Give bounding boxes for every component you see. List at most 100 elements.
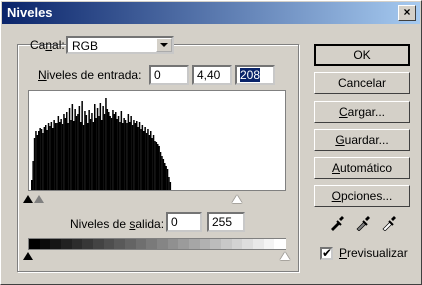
- histogram-bar: [120, 111, 123, 190]
- histogram-bar: [145, 133, 148, 190]
- histogram-bar: [109, 116, 111, 190]
- histogram-bar: [159, 152, 162, 190]
- histogram-bar: [33, 138, 36, 190]
- histogram-bar: [91, 113, 93, 190]
- histogram-bar: [64, 118, 67, 190]
- histogram-bar: [161, 156, 163, 190]
- histogram-bar: [36, 135, 39, 190]
- histogram-bar: [53, 120, 55, 190]
- channel-select[interactable]: RGB: [66, 36, 174, 54]
- histogram-bar: [119, 122, 121, 190]
- load-button[interactable]: Cargar...: [314, 101, 410, 123]
- histogram-bar: [38, 131, 40, 190]
- input-gamma-slider[interactable]: [34, 195, 44, 203]
- histogram-bar: [40, 129, 43, 190]
- histogram: [28, 90, 286, 191]
- histogram-bar: [84, 111, 86, 190]
- preview-checkbox[interactable]: ✔: [320, 247, 333, 260]
- histogram-bar: [123, 118, 125, 190]
- histogram-bar: [85, 115, 88, 190]
- histogram-bar: [73, 121, 75, 190]
- histogram-bar: [141, 125, 144, 190]
- histogram-bar: [47, 123, 50, 190]
- preview-label[interactable]: Previsualizar: [339, 246, 408, 260]
- histogram-bar: [96, 108, 99, 190]
- histogram-bar: [131, 125, 134, 190]
- histogram-bar: [126, 123, 128, 190]
- histogram-bar: [134, 123, 137, 190]
- histogram-bar: [59, 122, 61, 190]
- histogram-bar: [152, 135, 155, 190]
- cancel-button[interactable]: Cancelar: [314, 72, 410, 94]
- chevron-down-icon[interactable]: [156, 38, 172, 52]
- histogram-bar: [144, 127, 146, 190]
- gradient-step: [274, 239, 286, 249]
- histogram-bar: [113, 114, 116, 190]
- output-white-field[interactable]: 255: [207, 212, 245, 232]
- histogram-bar: [101, 120, 103, 190]
- histogram-bar: [49, 126, 51, 190]
- histogram-bar: [136, 121, 138, 190]
- histogram-bar: [143, 131, 145, 190]
- histogram-bar: [45, 125, 47, 190]
- histogram-bar: [71, 104, 74, 190]
- white-eyedropper-icon[interactable]: [381, 215, 397, 231]
- title-bar: Niveles ×: [2, 2, 420, 24]
- histogram-bar: [130, 116, 132, 190]
- histogram-bar: [137, 127, 139, 190]
- histogram-bar: [165, 166, 167, 190]
- histogram-bar: [50, 122, 53, 190]
- histogram-bar: [78, 106, 81, 190]
- options-button[interactable]: Opciones...: [314, 185, 410, 207]
- histogram-bar: [60, 119, 62, 190]
- histogram-bar: [115, 112, 117, 190]
- histogram-bar: [67, 123, 69, 190]
- close-button[interactable]: ×: [398, 5, 416, 21]
- histogram-bar: [140, 129, 142, 190]
- histogram-bar: [81, 101, 83, 190]
- output-levels-label: Niveles de salida:: [70, 217, 165, 231]
- window-title: Niveles: [7, 5, 53, 20]
- histogram-bar: [80, 122, 82, 190]
- ok-button[interactable]: OK: [314, 44, 410, 66]
- histogram-bar: [103, 114, 106, 190]
- auto-button[interactable]: Automático: [314, 157, 410, 179]
- input-black-field[interactable]: 0: [149, 65, 189, 85]
- histogram-bar: [127, 114, 130, 190]
- histogram-bar: [77, 114, 79, 190]
- histogram-bar: [66, 112, 68, 190]
- histogram-bar: [154, 141, 156, 190]
- output-black-slider[interactable]: [23, 252, 33, 260]
- histogram-bar: [87, 123, 89, 190]
- histogram-bar: [166, 169, 169, 190]
- input-gamma-field[interactable]: 4,40: [192, 65, 232, 85]
- input-white-field[interactable]: 208: [235, 65, 275, 85]
- histogram-bar: [169, 182, 172, 190]
- histogram-bar: [89, 119, 92, 190]
- histogram-bar: [68, 108, 71, 190]
- histogram-bar: [56, 123, 58, 190]
- gray-eyedropper-icon[interactable]: [355, 215, 371, 231]
- input-white-slider[interactable]: [232, 195, 242, 203]
- histogram-bar: [157, 144, 159, 190]
- histogram-bar: [46, 130, 48, 190]
- output-white-slider[interactable]: [280, 252, 290, 260]
- black-eyedropper-icon[interactable]: [329, 215, 345, 231]
- histogram-bar: [31, 180, 33, 190]
- output-black-field[interactable]: 0: [166, 212, 202, 232]
- histogram-bar: [116, 119, 118, 190]
- input-levels-label: Niveles de entrada:: [38, 68, 142, 82]
- histogram-bar: [124, 120, 127, 190]
- histogram-bar: [94, 104, 96, 190]
- save-button[interactable]: Guardar...: [314, 129, 410, 151]
- histogram-bar: [88, 110, 90, 190]
- histogram-bar: [32, 161, 34, 190]
- histogram-bar: [133, 120, 135, 190]
- histogram-bar: [164, 163, 166, 190]
- input-black-slider[interactable]: [23, 195, 33, 203]
- histogram-bar: [138, 122, 141, 190]
- histogram-bar: [82, 125, 85, 190]
- histogram-bar: [98, 116, 100, 190]
- histogram-bar: [74, 109, 76, 190]
- histogram-plot: [31, 98, 172, 190]
